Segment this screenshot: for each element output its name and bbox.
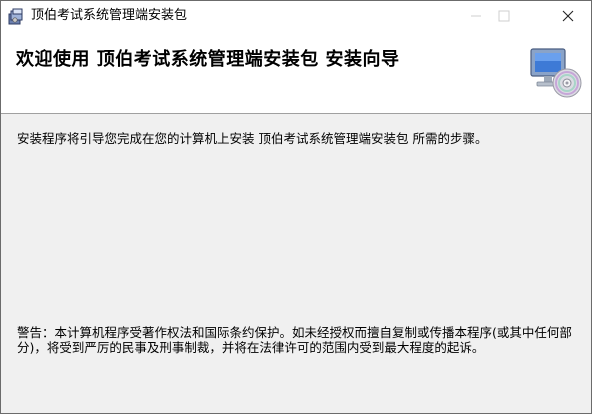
copyright-warning: 警告：本计算机程序受著作权法和国际条约保护。如未经授权而擅自复制或传播本程序(或… — [17, 325, 572, 355]
close-button[interactable] — [545, 1, 591, 32]
window-title: 顶伯考试系统管理端安装包 — [31, 8, 188, 23]
installer-package-icon — [7, 8, 25, 26]
wizard-header: 欢迎使用 顶伯考试系统管理端安装包 安装向导 — [1, 32, 591, 114]
title-bar[interactable]: 顶伯考试系统管理端安装包 — [1, 1, 591, 32]
wizard-title: 欢迎使用 顶伯考试系统管理端安装包 安装向导 — [16, 49, 400, 70]
maximize-icon — [498, 7, 510, 26]
maximize-button[interactable] — [481, 1, 527, 32]
close-icon — [562, 7, 574, 26]
intro-text: 安装程序将引导您完成在您的计算机上安装 顶伯考试系统管理端安装包 所需的步骤。 — [17, 131, 488, 146]
installer-window: 顶伯考试系统管理端安装包 欢迎使用 顶伯考试系统管理端安装包 安装向导 安装程序… — [0, 0, 592, 414]
computer-cd-icon — [527, 45, 583, 99]
